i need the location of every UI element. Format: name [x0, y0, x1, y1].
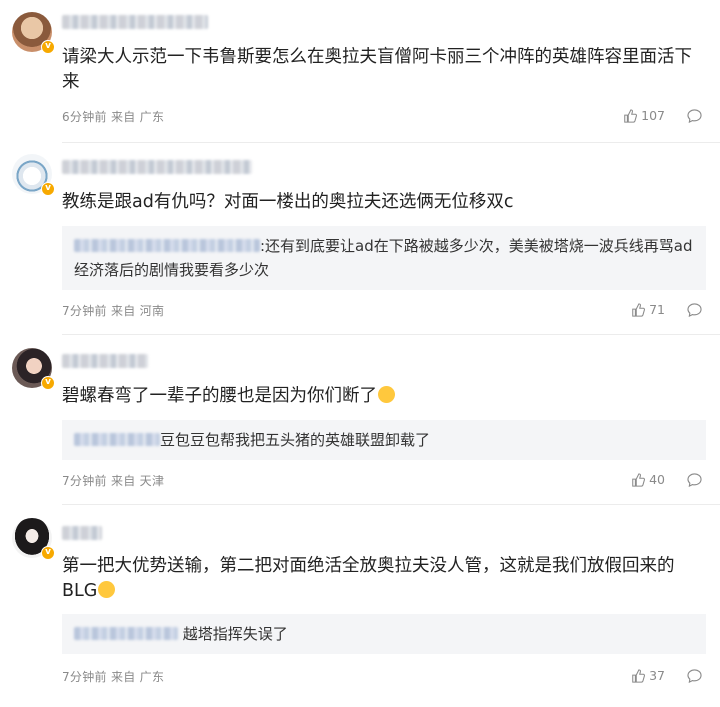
- username[interactable]: [62, 15, 208, 29]
- verified-badge-icon: v: [41, 546, 55, 560]
- verified-badge-icon: v: [41, 376, 55, 390]
- like-button[interactable]: 71: [631, 302, 665, 317]
- comment-meta: 7分钟前 来自 河南: [62, 302, 164, 319]
- thumbs-up-icon: [632, 302, 646, 317]
- laughing-emoji: [378, 386, 395, 403]
- comment-actions: 40: [631, 472, 702, 487]
- comment-actions: 71: [631, 302, 702, 317]
- comment-meta: 6分钟前 来自 广东: [62, 108, 164, 125]
- reply-button[interactable]: [687, 108, 702, 123]
- thumbs-up-icon: [632, 472, 646, 487]
- location: 来自 河南: [110, 304, 165, 318]
- like-count: 71: [649, 302, 665, 317]
- comment-text: 碧螺春弯了一辈子的腰也是因为你们断了: [62, 384, 702, 409]
- verified-badge-icon: v: [41, 182, 55, 196]
- comment-actions: 37: [631, 668, 702, 683]
- comment-icon: [687, 668, 702, 683]
- reply-username[interactable]: [74, 627, 178, 640]
- comment-meta: 7分钟前 来自 广东: [62, 668, 164, 685]
- comment-meta: 7分钟前 来自 天津: [62, 472, 164, 489]
- like-button[interactable]: 107: [623, 108, 665, 123]
- comment-icon: [687, 108, 702, 123]
- reply-box[interactable]: :还有到底要让ad在下路被越多少次，美美被塔烧一波兵线再骂ad经济落后的剧情我要…: [62, 226, 706, 290]
- location: 来自 广东: [110, 110, 165, 124]
- comment-icon: [687, 472, 702, 487]
- like-button[interactable]: 37: [631, 668, 665, 683]
- like-count: 107: [641, 108, 665, 123]
- timestamp: 7分钟前: [62, 304, 107, 318]
- comment-icon: [687, 302, 702, 317]
- like-button[interactable]: 40: [631, 472, 665, 487]
- verified-badge-icon: v: [41, 40, 55, 54]
- comment-text: 第一把大优势送输，第二把对面绝活全放奥拉夫没人管，这就是我们放假回来的BLG: [62, 556, 675, 601]
- comment-text: 教练是跟ad有仇吗？对面一楼出的奥拉夫还选俩无位移双c: [62, 192, 514, 212]
- like-count: 37: [649, 668, 665, 683]
- comment-text: 请梁大人示范一下韦鲁斯要怎么在奥拉夫盲僧阿卡丽三个冲阵的英雄阵容里面活下来: [62, 47, 692, 92]
- username[interactable]: [62, 526, 102, 540]
- like-count: 40: [649, 472, 665, 487]
- divider: [62, 334, 720, 335]
- reply-button[interactable]: [687, 668, 702, 683]
- avatar[interactable]: v: [12, 348, 55, 390]
- reply-username[interactable]: [74, 239, 260, 252]
- location: 来自 广东: [110, 670, 165, 684]
- divider: [62, 504, 720, 505]
- username[interactable]: [62, 354, 148, 368]
- reply-button[interactable]: [687, 302, 702, 317]
- avatar[interactable]: v: [12, 12, 55, 54]
- divider: [62, 142, 720, 143]
- location: 来自 天津: [110, 474, 165, 488]
- comment-actions: 107: [623, 108, 702, 123]
- reply-button[interactable]: [687, 472, 702, 487]
- avatar[interactable]: v: [12, 518, 55, 560]
- reply-text: 豆包豆包帮我把五头猪的英雄联盟卸载了: [160, 431, 431, 449]
- timestamp: 7分钟前: [62, 670, 107, 684]
- thumbs-up-icon: [624, 108, 638, 123]
- avatar[interactable]: v: [12, 154, 55, 196]
- smile-emoji: [98, 581, 116, 598]
- reply-box[interactable]: 越塔指挥失误了: [62, 614, 706, 654]
- thumbs-up-icon: [632, 668, 646, 683]
- timestamp: 7分钟前: [62, 474, 107, 488]
- username[interactable]: [62, 160, 252, 174]
- reply-text: 越塔指挥失误了: [182, 625, 288, 643]
- reply-username[interactable]: [74, 433, 160, 446]
- reply-box[interactable]: 豆包豆包帮我把五头猪的英雄联盟卸载了: [62, 420, 706, 460]
- timestamp: 6分钟前: [62, 110, 107, 124]
